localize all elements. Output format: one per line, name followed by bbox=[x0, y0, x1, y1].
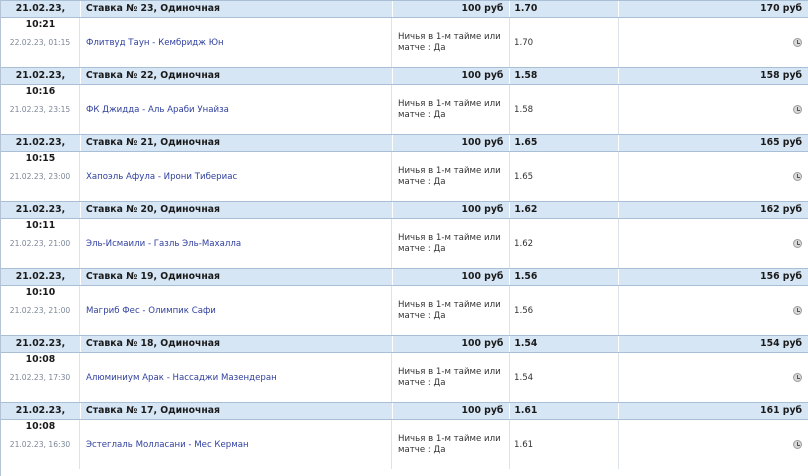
bet-title: Ставка № 22, Одиночная bbox=[81, 68, 393, 84]
clock-icon bbox=[793, 105, 802, 114]
bet-header-row[interactable]: 21.02.23, 10:08 Ставка № 18, Одиночная 1… bbox=[1, 335, 808, 365]
bet-title: Ставка № 20, Одиночная bbox=[81, 202, 393, 218]
event-date: 21.02.23, 23:00 bbox=[1, 152, 80, 201]
bet-coefficient: 1.65 bbox=[510, 135, 620, 151]
bet-event-row: 21.02.23, 23:15 ФК Джидда - Аль Араби Ун… bbox=[1, 85, 808, 134]
event-outcome: Ничья в 1-м тайме или матче : Да bbox=[392, 18, 510, 67]
event-status bbox=[619, 152, 808, 201]
bet-placed-date: 21.02.23, 10:16 bbox=[1, 68, 81, 97]
bet-payout: 156 руб bbox=[760, 271, 802, 282]
clock-icon bbox=[793, 306, 802, 315]
bet-title: Ставка № 19, Одиночная bbox=[81, 269, 393, 285]
event-coefficient: 1.61 bbox=[510, 420, 619, 469]
bet-payout: 154 руб bbox=[760, 338, 802, 349]
bet-amount: 100 руб bbox=[393, 202, 511, 218]
bet-header-row[interactable]: 21.02.23, 10:15 Ставка № 21, Одиночная 1… bbox=[1, 134, 808, 164]
bet-event-row: 22.02.23, 01:15 Флитвуд Таун - Кембридж … bbox=[1, 18, 808, 67]
bet-coefficient: 1.61 bbox=[510, 403, 620, 419]
event-outcome: Ничья в 1-м тайме или матче : Да bbox=[392, 219, 510, 268]
bet-coefficient: 1.70 bbox=[510, 1, 620, 17]
bet-event-row: 21.02.23, 21:00 Магриб Фес - Олимпик Саф… bbox=[1, 286, 808, 335]
bet-event-row: 21.02.23, 17:30 Алюминиум Арак - Нассадж… bbox=[1, 353, 808, 402]
event-status bbox=[619, 353, 808, 402]
bet-title: Ставка № 21, Одиночная bbox=[81, 135, 393, 151]
event-match-link[interactable]: Эль-Исмаили - Газль Эль-Махалла bbox=[80, 219, 392, 268]
bet-block: 21.02.23, 10:21 Ставка № 23, Одиночная 1… bbox=[1, 0, 808, 67]
bet-payout: 165 руб bbox=[760, 137, 802, 148]
event-coefficient: 1.65 bbox=[510, 152, 619, 201]
bet-placed-date: 21.02.23, 10:08 bbox=[1, 336, 81, 365]
event-match-link[interactable]: Флитвуд Таун - Кембридж Юн bbox=[80, 18, 392, 67]
bet-block: 21.02.23, 10:11 Ставка № 20, Одиночная 1… bbox=[1, 201, 808, 268]
bet-header-row[interactable]: 21.02.23, 10:21 Ставка № 23, Одиночная 1… bbox=[1, 0, 808, 30]
bet-coefficient: 1.58 bbox=[510, 68, 620, 84]
bet-header-row[interactable]: 21.02.23, 10:08 Ставка № 17, Одиночная 1… bbox=[1, 402, 808, 432]
bet-event-row: 21.02.23, 21:00 Эль-Исмаили - Газль Эль-… bbox=[1, 219, 808, 268]
bet-payout: 158 руб bbox=[760, 70, 802, 81]
event-match-link[interactable]: Эстеглаль Молласани - Мес Керман bbox=[80, 420, 392, 469]
bet-title: Ставка № 17, Одиночная bbox=[81, 403, 393, 419]
bet-block: 21.02.23, 10:08 Ставка № 17, Одиночная 1… bbox=[1, 402, 808, 469]
bet-placed-date: 21.02.23, 10:10 bbox=[1, 269, 81, 298]
clock-icon bbox=[793, 440, 802, 449]
bet-amount: 100 руб bbox=[393, 336, 511, 352]
event-status bbox=[619, 18, 808, 67]
clock-icon bbox=[793, 373, 802, 382]
event-coefficient: 1.62 bbox=[510, 219, 619, 268]
clock-icon bbox=[793, 172, 802, 181]
bet-amount: 100 руб bbox=[393, 403, 511, 419]
bet-coefficient: 1.56 bbox=[510, 269, 620, 285]
bet-placed-date: 21.02.23, 10:08 bbox=[1, 403, 81, 432]
event-status bbox=[619, 286, 808, 335]
event-coefficient: 1.56 bbox=[510, 286, 619, 335]
bet-header-row[interactable]: 21.02.23, 10:10 Ставка № 19, Одиночная 1… bbox=[1, 268, 808, 298]
bet-amount: 100 руб bbox=[393, 1, 511, 17]
bet-payout: 162 руб bbox=[760, 204, 802, 215]
event-status bbox=[619, 219, 808, 268]
event-outcome: Ничья в 1-м тайме или матче : Да bbox=[392, 420, 510, 469]
bet-block: 21.02.23, 10:16 Ставка № 22, Одиночная 1… bbox=[1, 67, 808, 134]
event-status bbox=[619, 420, 808, 469]
event-date: 21.02.23, 16:30 bbox=[1, 420, 80, 469]
event-date: 22.02.23, 01:15 bbox=[1, 18, 80, 67]
clock-icon bbox=[793, 38, 802, 47]
bet-coefficient: 1.62 bbox=[510, 202, 620, 218]
bet-header-row[interactable]: 21.02.23, 10:16 Ставка № 22, Одиночная 1… bbox=[1, 67, 808, 97]
event-match-link[interactable]: Хапоэль Афула - Ирони Тибериас bbox=[80, 152, 392, 201]
bet-amount: 100 руб bbox=[393, 269, 511, 285]
bet-header-row[interactable]: 21.02.23, 10:11 Ставка № 20, Одиночная 1… bbox=[1, 201, 808, 231]
bet-event-row: 21.02.23, 16:30 Эстеглаль Молласани - Ме… bbox=[1, 420, 808, 469]
bet-placed-date: 21.02.23, 10:11 bbox=[1, 202, 81, 231]
event-coefficient: 1.70 bbox=[510, 18, 619, 67]
bet-placed-date: 21.02.23, 10:21 bbox=[1, 1, 81, 30]
bet-coefficient: 1.54 bbox=[510, 336, 620, 352]
bet-title: Ставка № 23, Одиночная bbox=[81, 1, 393, 17]
event-match-link[interactable]: Алюминиум Арак - Нассаджи Мазендеран bbox=[80, 353, 392, 402]
event-match-link[interactable]: Магриб Фес - Олимпик Сафи bbox=[80, 286, 392, 335]
clock-icon bbox=[793, 239, 802, 248]
event-outcome: Ничья в 1-м тайме или матче : Да bbox=[392, 152, 510, 201]
event-status bbox=[619, 85, 808, 134]
bet-placed-date: 21.02.23, 10:15 bbox=[1, 135, 81, 164]
event-date: 21.02.23, 17:30 bbox=[1, 353, 80, 402]
event-coefficient: 1.54 bbox=[510, 353, 619, 402]
bet-payout: 170 руб bbox=[760, 3, 802, 14]
bet-block: 21.02.23, 10:15 Ставка № 21, Одиночная 1… bbox=[1, 134, 808, 201]
event-coefficient: 1.58 bbox=[510, 85, 619, 134]
event-date: 21.02.23, 23:15 bbox=[1, 85, 80, 134]
bet-history-list: 21.02.23, 10:21 Ставка № 23, Одиночная 1… bbox=[0, 0, 808, 476]
event-date: 21.02.23, 21:00 bbox=[1, 219, 80, 268]
bet-title: Ставка № 18, Одиночная bbox=[81, 336, 393, 352]
bet-event-row: 21.02.23, 23:00 Хапоэль Афула - Ирони Ти… bbox=[1, 152, 808, 201]
bet-payout: 161 руб bbox=[760, 405, 802, 416]
event-outcome: Ничья в 1-м тайме или матче : Да bbox=[392, 353, 510, 402]
bet-block: 21.02.23, 10:08 Ставка № 18, Одиночная 1… bbox=[1, 335, 808, 402]
event-date: 21.02.23, 21:00 bbox=[1, 286, 80, 335]
bet-amount: 100 руб bbox=[393, 68, 511, 84]
bet-amount: 100 руб bbox=[393, 135, 511, 151]
event-match-link[interactable]: ФК Джидда - Аль Араби Унайза bbox=[80, 85, 392, 134]
event-outcome: Ничья в 1-м тайме или матче : Да bbox=[392, 85, 510, 134]
bet-block: 21.02.23, 10:10 Ставка № 19, Одиночная 1… bbox=[1, 268, 808, 335]
event-outcome: Ничья в 1-м тайме или матче : Да bbox=[392, 286, 510, 335]
